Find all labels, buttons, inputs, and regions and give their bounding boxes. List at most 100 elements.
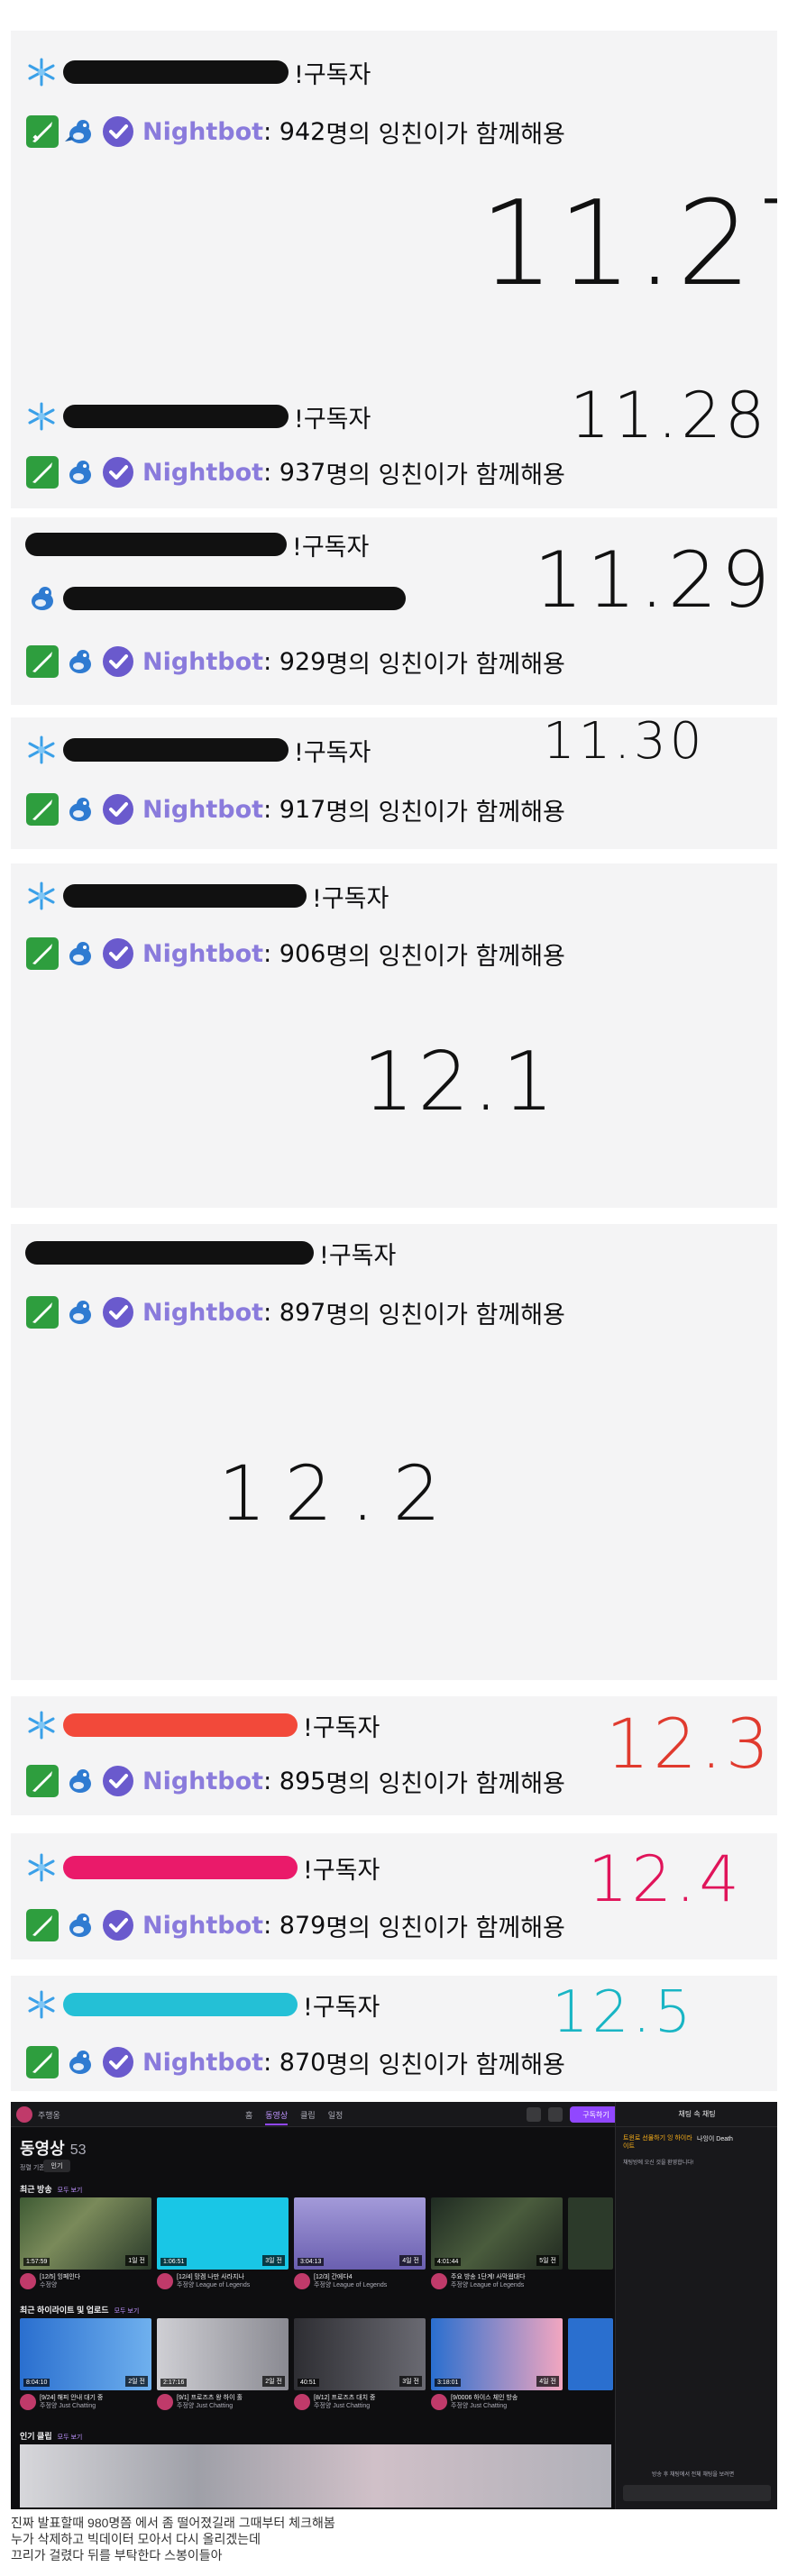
gift-user: 나잉이 Death xyxy=(697,2136,733,2142)
video-thumbnail[interactable]: 1:57:59 1일 전 xyxy=(20,2197,151,2270)
handwritten-date: 11.28 xyxy=(570,382,769,452)
video-title[interactable]: [9/0006 하이스 체인 방송 xyxy=(451,2394,518,2402)
video-title[interactable]: [9/1] 프로즈츠 왕 하이 홀 xyxy=(177,2394,243,2402)
video-thumbnail[interactable]: 3:04:13 4일 전 xyxy=(294,2197,426,2270)
video-thumbnail[interactable]: 3:18:01 4일 전 xyxy=(431,2318,563,2390)
sub-line: !구독자 xyxy=(25,526,369,562)
sub-line: !구독자 xyxy=(25,54,371,90)
video-card[interactable] xyxy=(568,2318,613,2390)
video-meta: 주정양 League of Legends xyxy=(177,2282,251,2288)
video-title[interactable]: [12/3] 간에다4 xyxy=(314,2273,387,2281)
video-title[interactable]: 주요 방송 1단계! 사막웜대다 xyxy=(451,2273,526,2281)
sword-badge-icon xyxy=(25,936,60,971)
count-suffix: 명의 잉친이가 함께해용 xyxy=(325,1914,565,1942)
nightbot-line: Nightbot : 879 명의 잉친이가 함께해용 xyxy=(25,1907,565,1943)
sub-command: !구독자 xyxy=(319,1241,397,1270)
video-thumbnail[interactable]: 1:06:51 3일 전 xyxy=(157,2197,289,2270)
chat-panel-124: !구독자 Nightbot : 879 명의 잉친이가 함께해용 12.4 xyxy=(11,1833,777,1959)
see-all-link[interactable]: 모두 보기 xyxy=(115,2308,140,2315)
video-title[interactable]: [12/5] 잉페인다 xyxy=(40,2273,80,2281)
chat-input[interactable] xyxy=(623,2485,771,2501)
tab-home[interactable]: 홈 xyxy=(245,2109,252,2125)
video-duration: 1:06:51 xyxy=(160,2258,188,2266)
chat-panel-122: !구독자 Nightbot : 897 명의 잉친이가 함께해용 12.2 xyxy=(11,1224,777,1680)
video-duration: 8:04:10 xyxy=(23,2379,50,2387)
sub-line: !구독자 xyxy=(25,398,371,434)
bird-badge-icon xyxy=(63,114,97,149)
sort-select[interactable]: 인기 xyxy=(43,2160,70,2172)
channel-name[interactable]: 주행옹 xyxy=(38,2109,60,2121)
snowflake-icon xyxy=(25,1851,58,1884)
video-title[interactable]: [12/4] 망겜 나만 사라지나 xyxy=(177,2273,250,2281)
video-card[interactable]: 3:18:01 4일 전 [9/0006 하이스 체인 방송 주정양 Just Ch… xyxy=(431,2318,563,2410)
video-meta: 수정양 xyxy=(40,2282,58,2288)
bird-badge-icon xyxy=(63,644,97,679)
tab-clips[interactable]: 클립 xyxy=(300,2109,316,2125)
colon: : xyxy=(263,647,279,676)
video-thumbnail[interactable]: 40:51 3일 전 xyxy=(294,2318,426,2390)
sub-line: !구독자 xyxy=(25,1850,380,1886)
video-card[interactable]: 40:51 3일 전 [8/12] 프로즈츠 대치 중 주정양 Just Chatt… xyxy=(294,2318,426,2410)
video-meta: 주정양 Just Chatting xyxy=(451,2403,508,2409)
avatar xyxy=(431,2273,447,2289)
bell-icon[interactable] xyxy=(548,2107,563,2122)
bot-name: Nightbot xyxy=(142,1911,264,1940)
chat-panel-123: !구독자 Nightbot : 895 명의 잉친이가 함께해용 12.3 xyxy=(11,1696,777,1815)
sword-badge-icon xyxy=(25,644,60,679)
video-thumbnail[interactable]: 4:01:44 5일 전 xyxy=(431,2197,563,2270)
bot-name: Nightbot xyxy=(142,2048,264,2077)
bot-name: Nightbot xyxy=(142,458,264,487)
sub-line: !구독자 xyxy=(25,732,371,768)
see-all-link[interactable]: 모두 보기 xyxy=(58,2188,83,2194)
avatar xyxy=(294,2273,310,2289)
bird-badge-icon xyxy=(63,455,97,489)
video-card[interactable] xyxy=(568,2197,613,2270)
channel-avatar[interactable] xyxy=(16,2106,32,2123)
redacted-username xyxy=(63,1856,298,1879)
video-meta: 주정양 League of Legends xyxy=(451,2282,525,2288)
handwritten-date: 12.2 xyxy=(218,1449,460,1538)
count-suffix: 명의 잉친이가 함께해용 xyxy=(325,2051,565,2079)
colon: : xyxy=(263,117,279,146)
heart-icon[interactable] xyxy=(527,2107,541,2122)
bird-badge-icon xyxy=(63,1764,97,1798)
video-thumbnail[interactable]: 2:17:16 2일 전 xyxy=(157,2318,289,2390)
tab-videos[interactable]: 동영상 xyxy=(265,2109,289,2125)
colon: : xyxy=(263,939,279,968)
verified-badge-icon xyxy=(101,1908,135,1942)
video-card[interactable]: 1:57:59 1일 전 [12/5] 잉페인다 수정양 xyxy=(20,2197,151,2289)
caption-line: 끄리가 걸렸다 뒤를 부탁한다 스봉이들아 xyxy=(11,2548,223,2562)
sword-badge-icon xyxy=(25,792,60,827)
see-all-link[interactable]: 모두 보기 xyxy=(58,2434,83,2441)
video-card[interactable]: 1:06:51 3일 전 [12/4] 망겜 나만 사라지나 주정양 League … xyxy=(157,2197,289,2289)
video-card[interactable]: 8:04:10 2일 전 [9/24] 해피 안내 대기 중 주정양 Just Ch… xyxy=(20,2318,151,2410)
nightbot-line: Nightbot : 906 명의 잉친이가 함께해용 xyxy=(25,936,565,972)
sub-command: !구독자 xyxy=(303,1993,380,2022)
channel-tabs: 홈 동영상 클립 일정 xyxy=(245,2109,343,2125)
avatar xyxy=(157,2394,173,2410)
video-title[interactable]: [8/12] 프로즈츠 대치 중 xyxy=(314,2394,375,2402)
video-meta: 주정양 Just Chatting xyxy=(40,2403,96,2409)
video-card[interactable]: 3:04:13 4일 전 [12/3] 간에다4 주정양 League of Leg… xyxy=(294,2197,426,2289)
redacted-line xyxy=(25,580,409,617)
video-title[interactable]: [9/24] 해피 안내 대기 중 xyxy=(40,2394,103,2402)
sub-command: !구독자 xyxy=(294,405,371,434)
video-thumbnail[interactable] xyxy=(568,2318,613,2390)
sword-badge-icon xyxy=(25,1764,60,1798)
colon: : xyxy=(263,2048,279,2077)
video-card[interactable]: 2:17:16 2일 전 [9/1] 프로즈츠 왕 하이 홀 주정양 Just Ch… xyxy=(157,2318,289,2410)
snowflake-icon xyxy=(25,56,58,88)
video-thumbnail[interactable] xyxy=(568,2197,613,2270)
video-thumbnail[interactable]: 8:04:10 2일 전 xyxy=(20,2318,151,2390)
tab-schedule[interactable]: 일정 xyxy=(328,2109,344,2125)
viewer-count: 870 xyxy=(279,2048,326,2077)
count-suffix: 명의 잉친이가 함께해용 xyxy=(325,942,565,971)
video-card[interactable]: 4:01:44 5일 전 주요 방송 1단계! 사막웜대다 주정양 League o… xyxy=(431,2197,563,2289)
chat-panel-125: !구독자 Nightbot : 870 명의 잉친이가 함께해용 12.5 xyxy=(11,1976,777,2091)
chat-welcome: 채팅방에 오신 것을 환영합니다! xyxy=(623,2160,694,2166)
handwritten-date: 11.30 xyxy=(543,717,706,771)
viewer-count: 937 xyxy=(279,458,326,487)
bot-name: Nightbot xyxy=(142,939,264,968)
section-highlights: 최근 하이라이트 및 업로드 모두 보기 xyxy=(20,2304,139,2316)
gift-banner[interactable]: 트윈로 선물하기 잉 하이라이트 xyxy=(623,2134,695,2151)
